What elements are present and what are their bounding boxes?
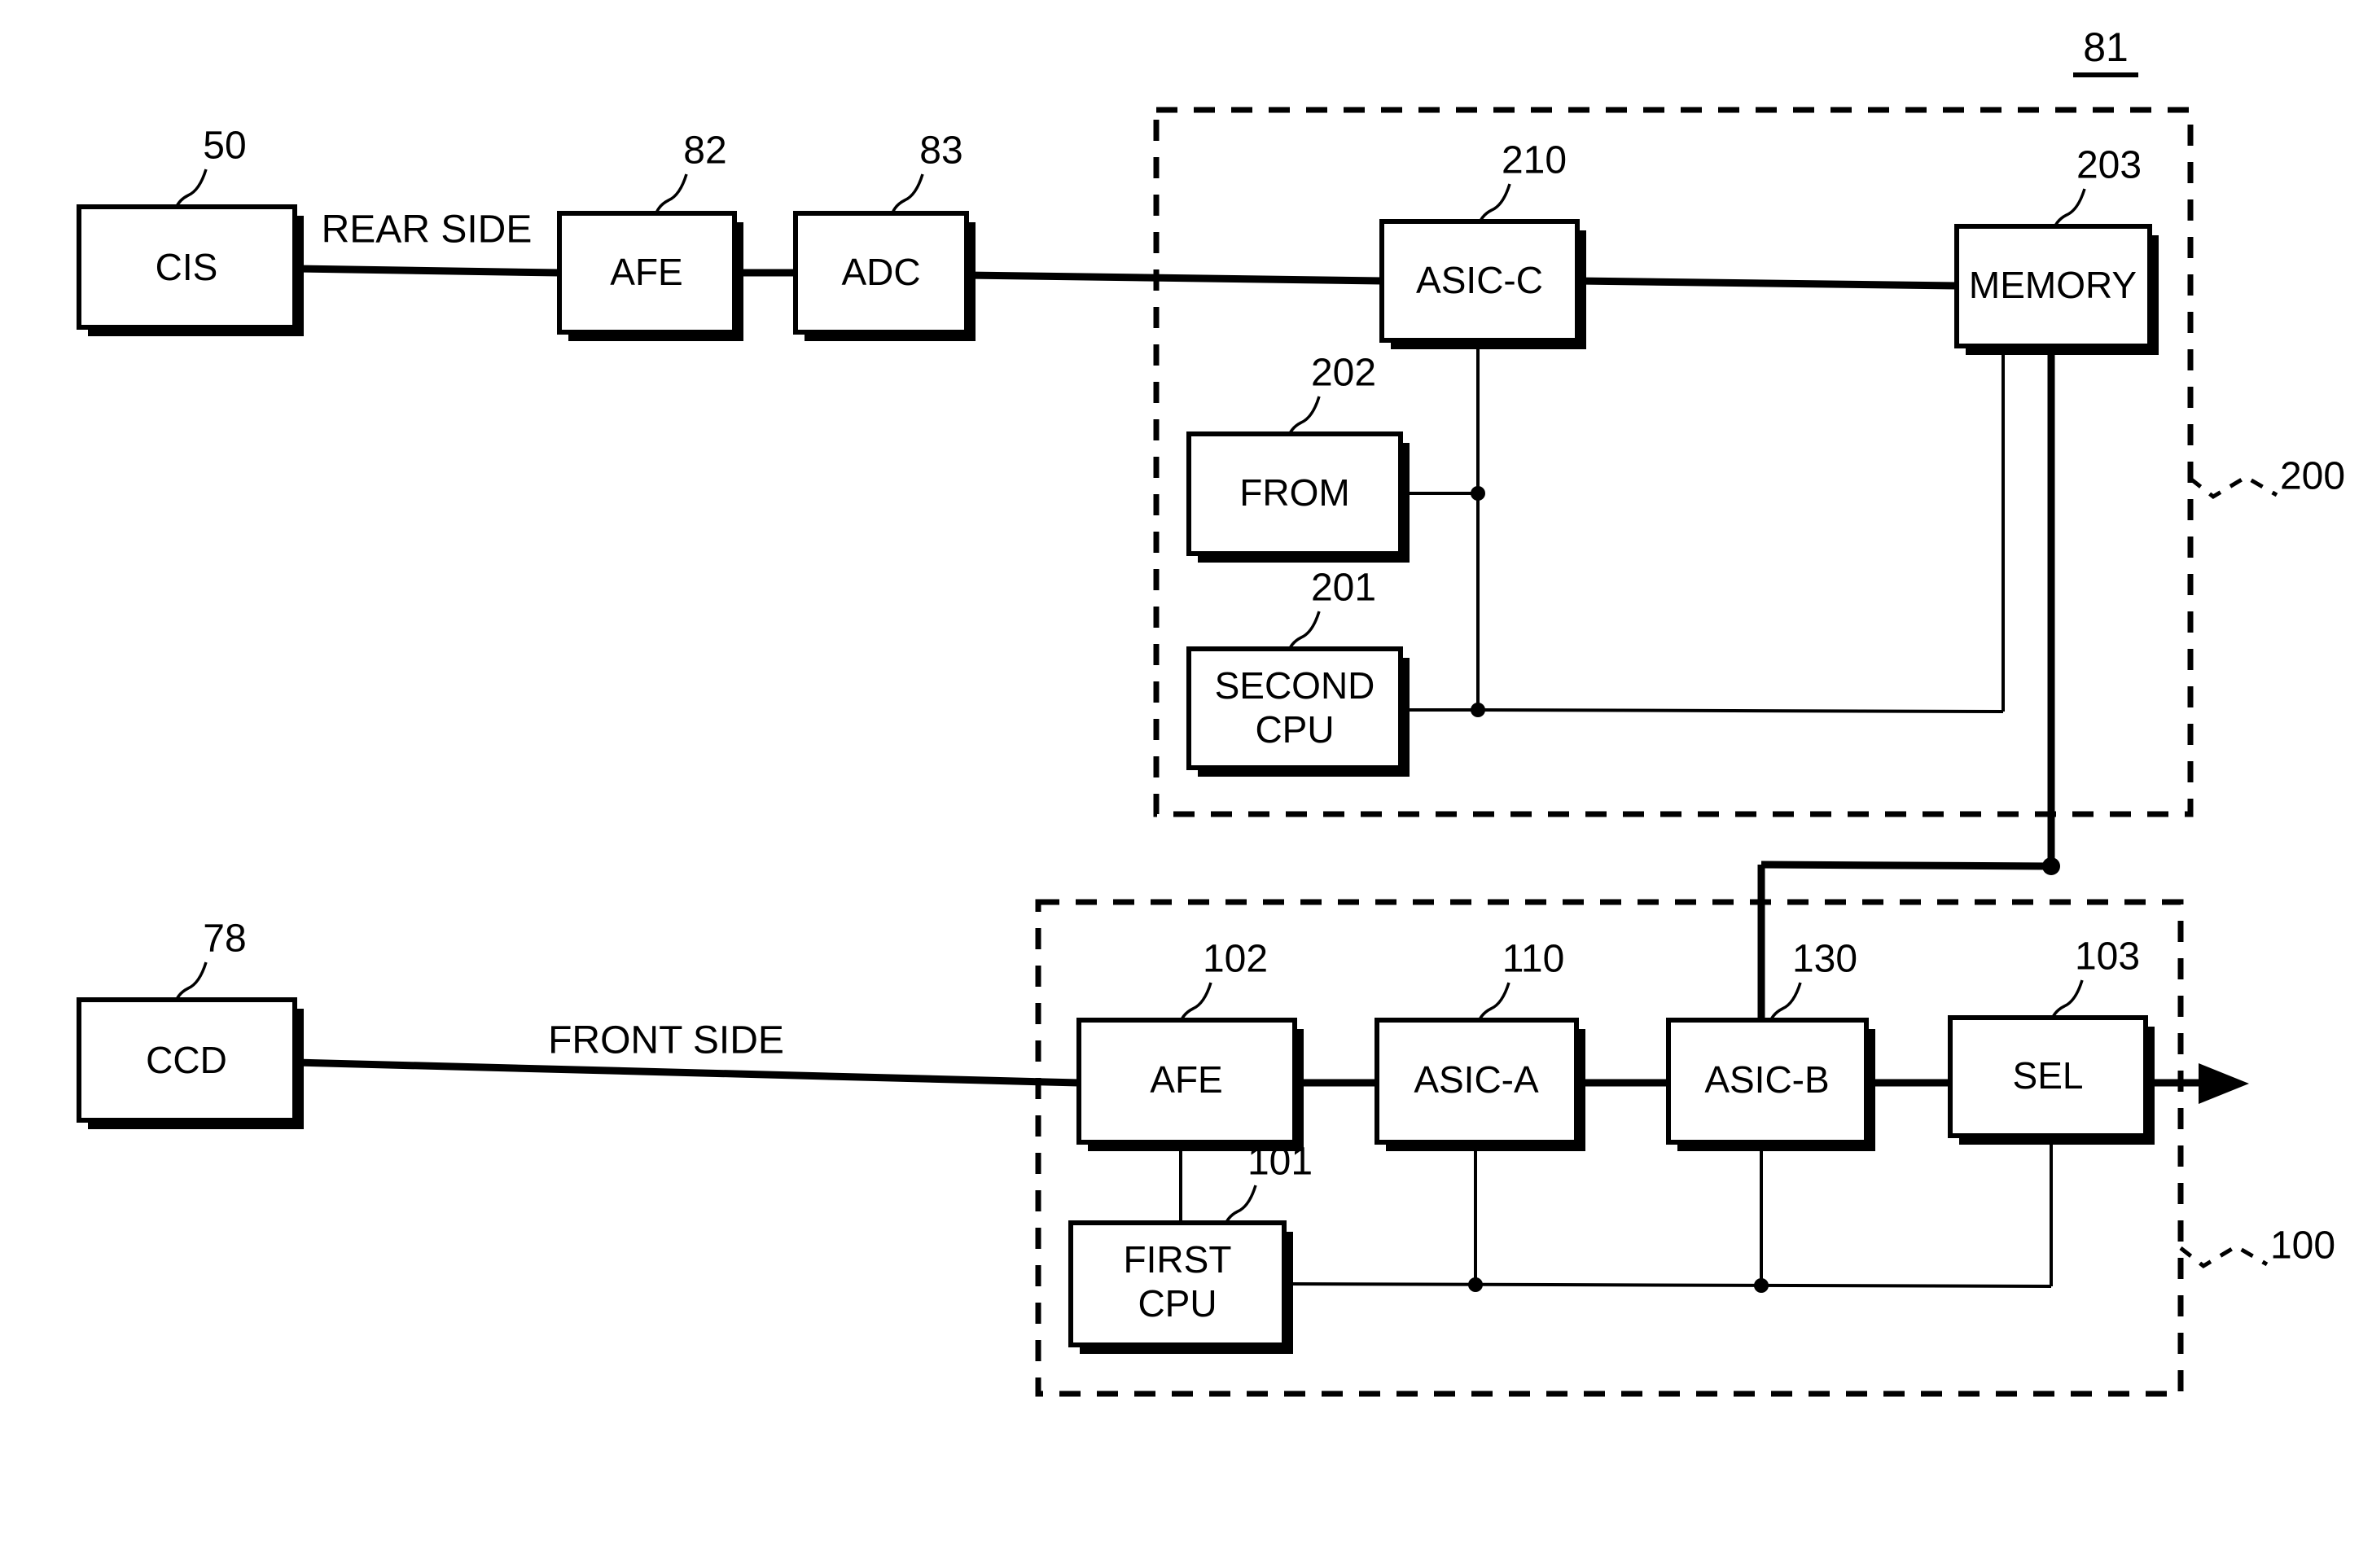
leader-front-group (2179, 1244, 2269, 1269)
afe-rear-block-label: AFE (610, 251, 682, 293)
wire-cis-to-afe (294, 265, 560, 277)
front-side-label: FRONT SIDE (548, 1019, 784, 1062)
ref-rear-group: 200 (2280, 455, 2345, 498)
patent-figure-page: CIS AFE ADC ASIC-C MEMORY FROM SECOND CP… (0, 0, 2372, 1568)
memory-block-label: MEMORY (1969, 264, 2137, 306)
ref-cis: 50 (203, 125, 246, 168)
wire-firstcpu-bus-horizontal (1283, 1282, 2052, 1288)
second-cpu-block-label-line2: CPU (1255, 708, 1334, 751)
afe-front-block-label: AFE (1150, 1058, 1222, 1101)
rear-side-label: REAR SIDE (322, 208, 533, 252)
ref-asic-c: 210 (1502, 139, 1567, 182)
ref-afe-rear: 82 (683, 129, 726, 173)
output-arrowhead (2199, 1063, 2249, 1104)
asic-c-block-label: ASIC-C (1416, 259, 1543, 301)
ref-ccd: 78 (203, 918, 246, 961)
junction-dot-asica-bus (1468, 1277, 1483, 1292)
wire-ccd-to-afe-front (294, 1058, 1080, 1087)
ref-memory: 203 (2076, 144, 2142, 187)
asic-b-block-label: ASIC-B (1704, 1058, 1829, 1101)
ccd-block-label: CCD (146, 1039, 227, 1081)
ref-asic-a: 110 (1502, 938, 1565, 981)
junction-dot-from-bus (1471, 486, 1485, 501)
ref-front-group: 100 (2270, 1224, 2335, 1268)
ref-first-cpu: 101 (1247, 1141, 1313, 1184)
wire-memory-bridge-horizontal (1760, 861, 2052, 870)
wire-bus-to-memory-drop (1477, 708, 2004, 713)
sel-block-label: SEL (2013, 1054, 2084, 1097)
ref-second-cpu: 201 (1311, 567, 1376, 610)
wire-adc-to-asicc (966, 271, 1383, 285)
block-diagram: CIS AFE ADC ASIC-C MEMORY FROM SECOND CP… (77, 24, 2345, 1397)
wire-asicc-to-memory (1576, 277, 1958, 290)
from-block-label: FROM (1239, 471, 1349, 514)
adc-block-label: ADC (841, 251, 920, 293)
first-cpu-block-label-line2: CPU (1138, 1282, 1217, 1325)
figure-reference-number: 81 (2083, 24, 2129, 70)
ref-afe-front: 102 (1203, 938, 1268, 981)
junction-dot-asicb-bus (1754, 1278, 1769, 1293)
cis-block-label: CIS (156, 246, 218, 288)
asic-a-block-label: ASIC-A (1414, 1058, 1539, 1101)
ref-asic-b: 130 (1792, 938, 1857, 981)
first-cpu-block-label-line1: FIRST (1124, 1238, 1232, 1281)
ref-adc: 83 (919, 129, 962, 173)
ref-from: 202 (1311, 352, 1376, 395)
second-cpu-block-label-line1: SECOND (1215, 664, 1375, 707)
ref-sel: 103 (2075, 935, 2140, 979)
leader-rear-group (2189, 475, 2278, 500)
